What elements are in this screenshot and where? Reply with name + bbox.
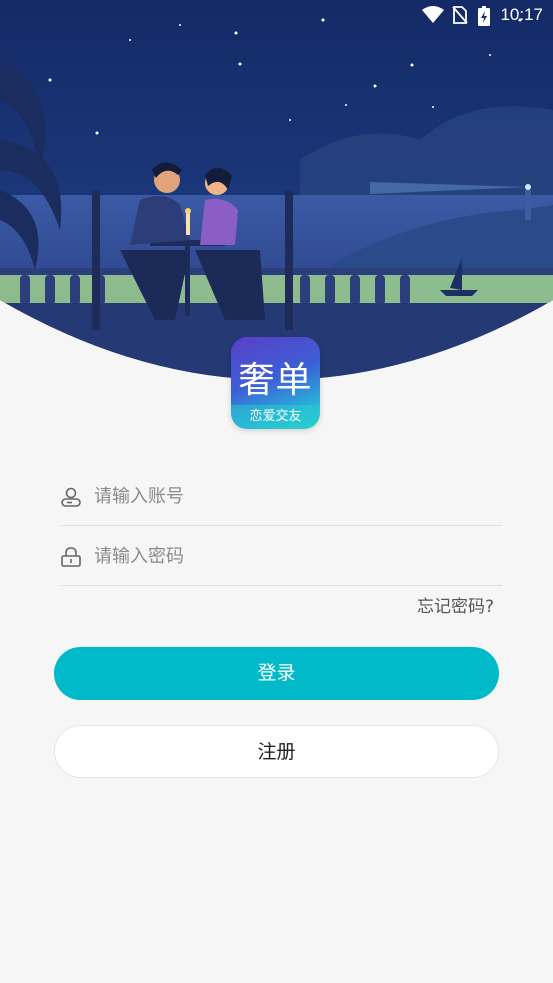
no-sim-icon	[452, 6, 468, 28]
logo-title: 奢单	[238, 360, 313, 401]
account-field	[61, 467, 502, 526]
app-logo: 奢单 恋爱交友	[231, 337, 320, 429]
user-icon	[61, 487, 81, 507]
status-time: 10:17	[500, 5, 543, 24]
wifi-icon	[422, 6, 444, 28]
status-bar: 10:17	[0, 0, 553, 32]
password-field	[61, 527, 502, 586]
lock-icon	[61, 547, 81, 567]
register-button[interactable]: 注册	[54, 725, 499, 778]
password-input[interactable]	[94, 541, 494, 571]
account-input[interactable]	[94, 481, 494, 511]
battery-charging-icon	[478, 6, 490, 30]
login-button[interactable]: 登录	[54, 647, 499, 700]
forgot-password-link[interactable]: 忘记密码?	[417, 592, 494, 617]
logo-subtitle: 恋爱交友	[231, 405, 320, 429]
